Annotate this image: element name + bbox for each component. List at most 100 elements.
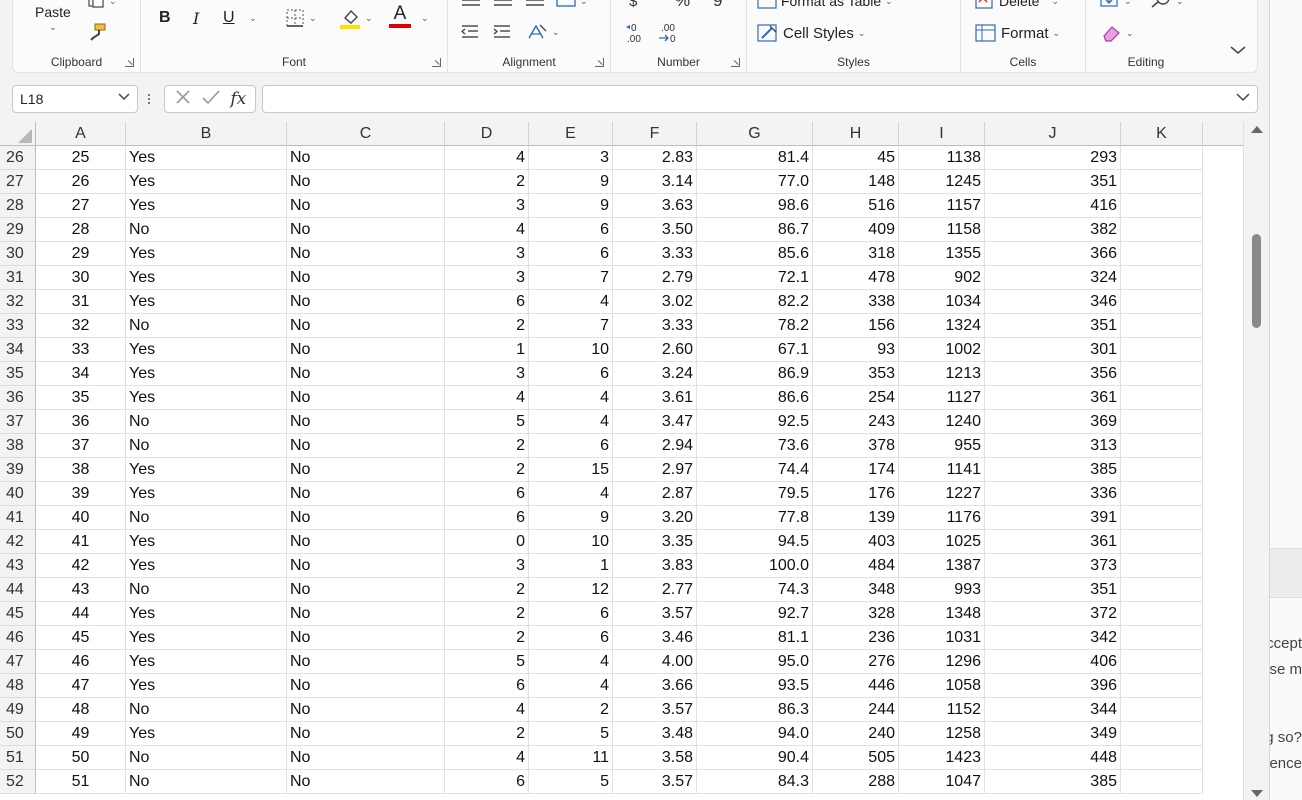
decrease-decimal-button[interactable]: .00 0: [657, 22, 681, 44]
cell-h[interactable]: 254: [813, 386, 899, 410]
cell-b[interactable]: No: [126, 698, 287, 722]
cell-i[interactable]: 955: [899, 434, 985, 458]
cell-c[interactable]: No: [287, 698, 445, 722]
cell-f[interactable]: 3.61: [613, 386, 697, 410]
cell-a[interactable]: 45: [36, 626, 126, 650]
cell-a[interactable]: 51: [36, 770, 126, 794]
cell-f[interactable]: 3.66: [613, 674, 697, 698]
cell-k[interactable]: [1121, 242, 1203, 266]
cell-h[interactable]: 516: [813, 194, 899, 218]
cell-d[interactable]: 0: [445, 530, 529, 554]
row-header[interactable]: 32: [0, 290, 36, 314]
cell-j[interactable]: 448: [985, 746, 1121, 770]
cell-k[interactable]: [1121, 458, 1203, 482]
cell-i[interactable]: 1034: [899, 290, 985, 314]
cell-c[interactable]: No: [287, 506, 445, 530]
cell-i[interactable]: 1002: [899, 338, 985, 362]
cell-d[interactable]: 3: [445, 194, 529, 218]
cell-c[interactable]: No: [287, 458, 445, 482]
column-header-e[interactable]: E: [529, 122, 613, 146]
cell-b[interactable]: No: [126, 218, 287, 242]
cell-j[interactable]: 369: [985, 410, 1121, 434]
cell-i[interactable]: 1025: [899, 530, 985, 554]
cell-b[interactable]: Yes: [126, 602, 287, 626]
cell-g[interactable]: 86.9: [697, 362, 813, 386]
cell-k[interactable]: [1121, 674, 1203, 698]
format-as-table-button[interactable]: Format as Table ⌄: [757, 0, 893, 9]
bold-button[interactable]: B: [159, 9, 171, 27]
cell-k[interactable]: [1121, 194, 1203, 218]
row-header[interactable]: 28: [0, 194, 36, 218]
cell-g[interactable]: 74.4: [697, 458, 813, 482]
italic-button[interactable]: I: [193, 9, 199, 28]
cell-c[interactable]: No: [287, 290, 445, 314]
cell-d[interactable]: 2: [445, 314, 529, 338]
cell-g[interactable]: 82.2: [697, 290, 813, 314]
cell-c[interactable]: No: [287, 338, 445, 362]
cell-e[interactable]: 4: [529, 290, 613, 314]
row-header[interactable]: 47: [0, 650, 36, 674]
cell-h[interactable]: 484: [813, 554, 899, 578]
cell-j[interactable]: 385: [985, 770, 1121, 794]
cell-a[interactable]: 41: [36, 530, 126, 554]
cell-g[interactable]: 90.4: [697, 746, 813, 770]
row-header[interactable]: 36: [0, 386, 36, 410]
cell-b[interactable]: No: [126, 770, 287, 794]
cell-e[interactable]: 6: [529, 218, 613, 242]
cell-k[interactable]: [1121, 170, 1203, 194]
cell-j[interactable]: 372: [985, 602, 1121, 626]
cell-e[interactable]: 12: [529, 578, 613, 602]
cell-f[interactable]: 2.97: [613, 458, 697, 482]
cell-k[interactable]: [1121, 146, 1203, 170]
scroll-down-icon[interactable]: [1251, 790, 1263, 797]
cell-c[interactable]: No: [287, 530, 445, 554]
cell-h[interactable]: 288: [813, 770, 899, 794]
cell-a[interactable]: 36: [36, 410, 126, 434]
cell-i[interactable]: 1227: [899, 482, 985, 506]
cell-g[interactable]: 78.2: [697, 314, 813, 338]
cell-h[interactable]: 318: [813, 242, 899, 266]
cell-j[interactable]: 351: [985, 578, 1121, 602]
cell-h[interactable]: 148: [813, 170, 899, 194]
cell-g[interactable]: 94.5: [697, 530, 813, 554]
cell-d[interactable]: 2: [445, 578, 529, 602]
cell-g[interactable]: 72.1: [697, 266, 813, 290]
cell-c[interactable]: No: [287, 314, 445, 338]
cell-j[interactable]: 293: [985, 146, 1121, 170]
cell-b[interactable]: Yes: [126, 458, 287, 482]
cell-b[interactable]: Yes: [126, 266, 287, 290]
cancel-icon[interactable]: [174, 88, 192, 111]
cell-c[interactable]: No: [287, 554, 445, 578]
cell-c[interactable]: No: [287, 650, 445, 674]
cell-j[interactable]: 336: [985, 482, 1121, 506]
cell-b[interactable]: Yes: [126, 626, 287, 650]
cell-c[interactable]: No: [287, 146, 445, 170]
cell-j[interactable]: 382: [985, 218, 1121, 242]
name-box[interactable]: L18: [12, 85, 138, 113]
formula-bar-splitter-icon[interactable]: [148, 92, 152, 106]
row-header[interactable]: 37: [0, 410, 36, 434]
cell-f[interactable]: 3.24: [613, 362, 697, 386]
cell-g[interactable]: 98.6: [697, 194, 813, 218]
cell-e[interactable]: 6: [529, 434, 613, 458]
cell-k[interactable]: [1121, 602, 1203, 626]
cell-i[interactable]: 1258: [899, 722, 985, 746]
format-painter-button[interactable]: [87, 22, 107, 42]
cell-b[interactable]: Yes: [126, 146, 287, 170]
cell-a[interactable]: 31: [36, 290, 126, 314]
merge-center-button[interactable]: ⌄: [556, 0, 588, 8]
cell-h[interactable]: 409: [813, 218, 899, 242]
cell-a[interactable]: 35: [36, 386, 126, 410]
cell-j[interactable]: 344: [985, 698, 1121, 722]
cell-d[interactable]: 3: [445, 362, 529, 386]
formula-input[interactable]: [262, 85, 1258, 113]
cell-f[interactable]: 3.48: [613, 722, 697, 746]
font-color-button[interactable]: A: [389, 4, 411, 28]
cell-k[interactable]: [1121, 314, 1203, 338]
row-header[interactable]: 34: [0, 338, 36, 362]
cell-b[interactable]: Yes: [126, 362, 287, 386]
cell-f[interactable]: 3.33: [613, 314, 697, 338]
orientation-button[interactable]: ⌄: [526, 22, 560, 42]
cell-h[interactable]: 505: [813, 746, 899, 770]
column-header-b[interactable]: B: [126, 122, 287, 146]
